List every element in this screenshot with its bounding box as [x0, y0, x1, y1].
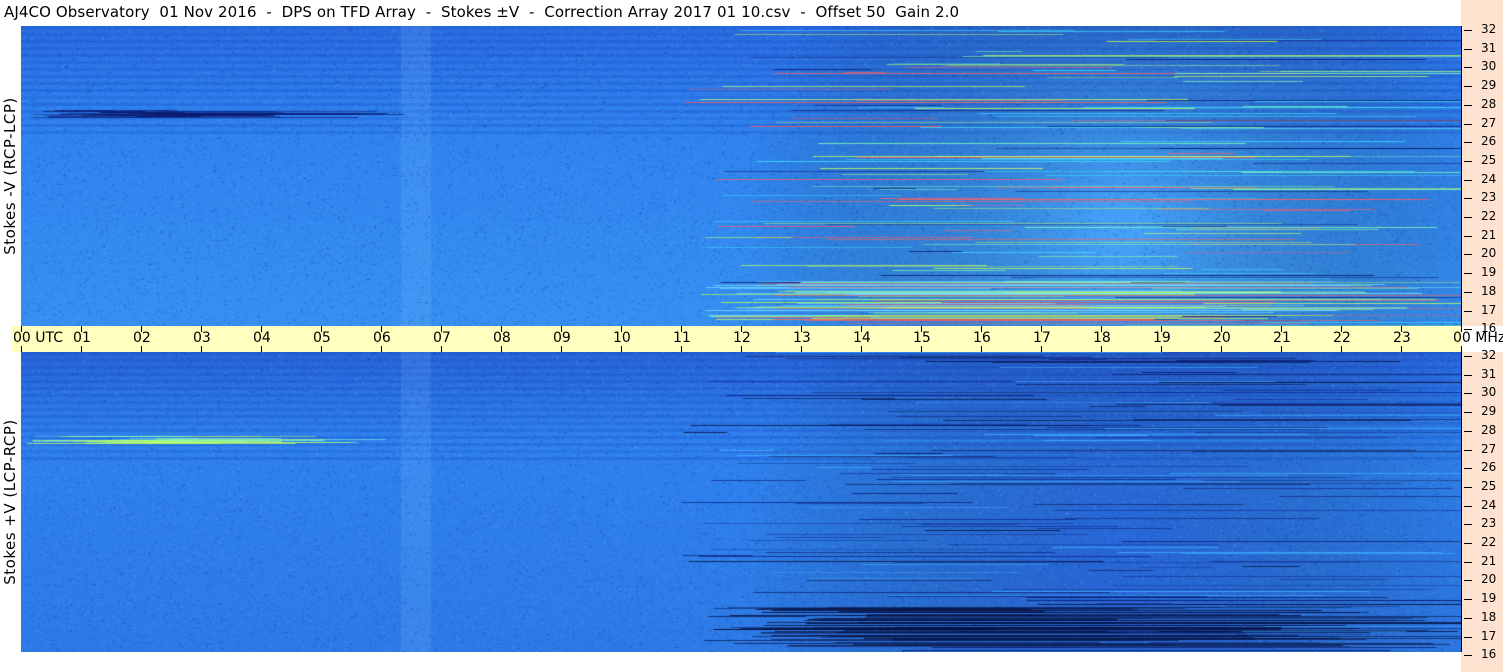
- frequency-tick: [1464, 374, 1472, 376]
- frequency-tick: [1464, 636, 1472, 638]
- frequency-tick: [1464, 412, 1472, 414]
- frequency-tick-label: 22: [1481, 535, 1497, 549]
- bottom-panel-label: Stokes +V (LCP-RCP): [0, 352, 20, 652]
- top-panel-label-text: Stokes -V (RCP-LCP): [1, 97, 19, 255]
- frequency-tick-label: 24: [1481, 171, 1497, 186]
- frequency-tick-label: 18: [1481, 609, 1497, 624]
- spectrogram-bottom-canvas: [21, 352, 1461, 652]
- frequency-tick-label: 20: [1481, 572, 1497, 587]
- frequency-tick: [1464, 217, 1472, 218]
- frequency-tick: [1464, 273, 1472, 275]
- frequency-tick: [1464, 543, 1472, 544]
- frequency-tick: [1464, 580, 1472, 582]
- frequency-tick-label: 32: [1481, 22, 1497, 36]
- frequency-tick-label: 29: [1481, 78, 1497, 93]
- frequency-tick: [1464, 561, 1472, 563]
- frequency-tick-label: 17: [1481, 628, 1497, 643]
- frequency-tick-label: 25: [1481, 478, 1497, 493]
- chart-title: AJ4CO Observatory 01 Nov 2016 - DPS on T…: [4, 3, 960, 21]
- frequency-tick: [1464, 104, 1472, 106]
- frequency-tick: [1464, 67, 1472, 69]
- frequency-tick: [1464, 310, 1472, 312]
- frequency-tick-label: 31: [1481, 40, 1497, 55]
- frequency-tick-label: 26: [1481, 460, 1497, 475]
- frequency-tick: [1464, 142, 1472, 144]
- frequency-tick-label: 26: [1481, 134, 1497, 149]
- frequency-tick: [1464, 235, 1472, 237]
- frequency-tick-label: 19: [1481, 265, 1497, 280]
- frequency-tick-label: 32: [1481, 348, 1497, 362]
- frequency-axis-strip-bottom: [1461, 352, 1503, 672]
- frequency-tick: [1464, 486, 1472, 488]
- frequency-tick: [1464, 430, 1472, 432]
- frequency-tick-label: 28: [1481, 96, 1497, 111]
- frequency-tick-label: 23: [1481, 190, 1497, 205]
- frequency-tick: [1464, 86, 1472, 88]
- frequency-tick: [1464, 449, 1472, 451]
- frequency-tick: [1464, 599, 1472, 601]
- top-panel-label: Stokes -V (RCP-LCP): [0, 26, 20, 326]
- frequency-tick-label: 29: [1481, 404, 1497, 419]
- spectrogram-top: [21, 26, 1461, 326]
- frequency-tick: [1464, 48, 1472, 50]
- frequency-tick-label: 21: [1481, 553, 1497, 568]
- frequency-tick-label: 19: [1481, 591, 1497, 606]
- frequency-tick-label: 30: [1481, 59, 1497, 74]
- frequency-tick-label: 25: [1481, 152, 1497, 167]
- time-axis-bar: [12, 326, 1462, 352]
- frequency-tick-label: 20: [1481, 246, 1497, 261]
- frequency-tick: [1464, 30, 1472, 31]
- frequency-tick-label: 17: [1481, 302, 1497, 317]
- frequency-tick-label: 30: [1481, 385, 1497, 400]
- frequency-tick: [1464, 655, 1472, 657]
- frequency-tick-label: 16: [1481, 321, 1497, 336]
- frequency-tick: [1464, 505, 1472, 507]
- frequency-tick: [1464, 468, 1472, 470]
- spectrogram-top-canvas: [21, 26, 1461, 326]
- frequency-tick: [1464, 524, 1472, 526]
- frequency-tick: [1464, 198, 1472, 200]
- frequency-tick-label: 18: [1481, 283, 1497, 298]
- frequency-tick-label: 16: [1481, 647, 1497, 662]
- frequency-tick: [1464, 123, 1472, 125]
- frequency-tick: [1464, 393, 1472, 395]
- frequency-tick-label: 27: [1481, 441, 1497, 456]
- frequency-tick: [1464, 160, 1472, 162]
- frequency-tick-label: 31: [1481, 366, 1497, 381]
- frequency-tick: [1464, 356, 1472, 357]
- frequency-tick-label: 23: [1481, 516, 1497, 531]
- frequency-tick-label: 27: [1481, 115, 1497, 130]
- frequency-tick-label: 28: [1481, 422, 1497, 437]
- frequency-tick: [1464, 329, 1472, 331]
- frequency-tick: [1464, 291, 1472, 293]
- spectrogram-bottom: [21, 352, 1461, 652]
- bottom-panel-label-text: Stokes +V (LCP-RCP): [1, 419, 19, 585]
- frequency-tick: [1464, 617, 1472, 619]
- frequency-tick: [1464, 179, 1472, 181]
- frequency-tick-label: 24: [1481, 497, 1497, 512]
- frequency-tick-label: 22: [1481, 209, 1497, 223]
- frequency-tick-label: 21: [1481, 227, 1497, 242]
- frequency-tick: [1464, 254, 1472, 256]
